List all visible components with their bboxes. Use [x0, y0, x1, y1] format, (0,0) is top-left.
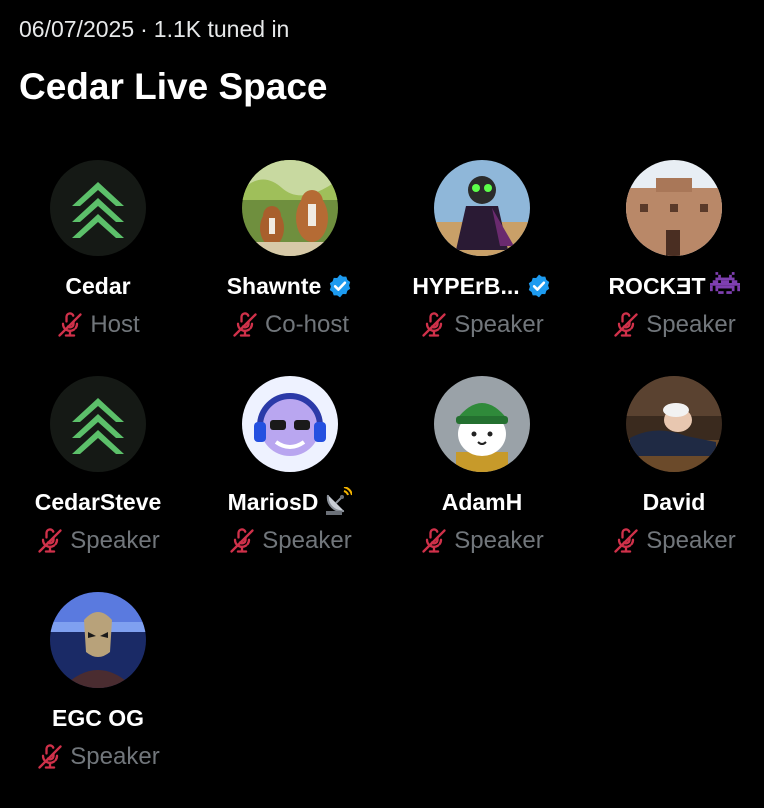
meta-separator: · — [140, 16, 148, 42]
participant-name-row: HYPErB... — [412, 270, 551, 302]
participant-card[interactable]: EGC OG Speaker — [2, 592, 194, 808]
participant-name-row: MariosD — [228, 486, 353, 518]
participant-role: Speaker — [262, 527, 352, 554]
avatar[interactable] — [434, 376, 530, 472]
participant-role: Speaker — [70, 743, 160, 770]
participant-role: Co-host — [264, 311, 350, 338]
microphone-muted-icon — [36, 743, 64, 771]
microphone-muted-icon — [228, 527, 256, 555]
listener-count: 1.1K tuned in — [153, 16, 290, 42]
avatar[interactable] — [626, 376, 722, 472]
participant-name-row: ROCKƎT — [608, 270, 740, 302]
avatar[interactable] — [434, 160, 530, 256]
participant-name-row: Shawnte — [227, 270, 354, 302]
space-title: Cedar Live Space — [19, 66, 328, 107]
avatar[interactable] — [50, 376, 146, 472]
participant-name: MariosD — [227, 488, 319, 515]
microphone-muted-icon — [56, 311, 84, 339]
participant-role: Speaker — [454, 311, 544, 338]
participant-name: HYPErB... — [412, 272, 520, 299]
participant-role: Speaker — [646, 311, 736, 338]
participant-name: Shawnte — [226, 272, 322, 299]
participant-name-row: David — [643, 486, 706, 518]
participant-role: Speaker — [70, 527, 160, 554]
participant-name: Cedar — [65, 272, 131, 299]
verified-badge-icon — [526, 273, 552, 299]
space-meta: 06/07/2025 · 1.1K tuned in — [19, 16, 289, 43]
microphone-muted-icon — [36, 527, 64, 555]
participant-name-row: CedarSteve — [35, 486, 162, 518]
satellite-dish-icon — [322, 487, 353, 517]
participants-grid: Cedar Host Shawnte Co-host HYPErB... Speake… — [2, 160, 764, 808]
participant-card[interactable]: Shawnte Co-host — [194, 160, 386, 376]
participant-name: David — [642, 488, 706, 515]
participant-role-row: Speaker — [36, 526, 160, 556]
microphone-muted-icon — [612, 527, 640, 555]
participant-card[interactable]: AdamH Speaker — [386, 376, 578, 592]
participant-name-row: EGC OG — [52, 702, 144, 734]
participant-card[interactable]: Cedar Host — [2, 160, 194, 376]
participant-role: Host — [90, 311, 140, 338]
participant-role-row: Speaker — [612, 310, 736, 340]
avatar[interactable] — [50, 160, 146, 256]
participant-role-row: Host — [56, 310, 140, 340]
microphone-muted-icon — [612, 311, 640, 339]
microphone-muted-icon — [420, 527, 448, 555]
participant-role-row: Speaker — [36, 742, 160, 772]
space-invader-icon — [709, 271, 740, 301]
participant-role-row: Speaker — [420, 310, 544, 340]
participant-role-row: Speaker — [612, 526, 736, 556]
participant-name-row: AdamH — [442, 486, 523, 518]
participant-name: ROCKƎT — [608, 272, 706, 299]
participant-card[interactable]: David Speaker — [578, 376, 764, 592]
participant-name: AdamH — [441, 488, 523, 515]
participant-role-row: Speaker — [420, 526, 544, 556]
microphone-muted-icon — [420, 311, 448, 339]
avatar[interactable] — [626, 160, 722, 256]
participant-role-row: Speaker — [228, 526, 352, 556]
verified-badge-icon — [327, 273, 353, 299]
avatar[interactable] — [242, 376, 338, 472]
participant-name: EGC OG — [51, 704, 144, 731]
microphone-muted-icon — [231, 311, 259, 339]
participant-role: Speaker — [646, 527, 736, 554]
participant-name-row: Cedar — [65, 270, 130, 302]
participant-name: CedarSteve — [34, 488, 162, 515]
participant-role: Speaker — [454, 527, 544, 554]
avatar[interactable] — [242, 160, 338, 256]
participant-card[interactable]: MariosD Speaker — [194, 376, 386, 592]
participant-card[interactable]: CedarSteve Speaker — [2, 376, 194, 592]
participant-card[interactable]: HYPErB... Speaker — [386, 160, 578, 376]
avatar[interactable] — [50, 592, 146, 688]
participant-role-row: Co-host — [231, 310, 349, 340]
participant-card[interactable]: ROCKƎT Speaker — [578, 160, 764, 376]
space-date: 06/07/2025 — [19, 16, 135, 42]
